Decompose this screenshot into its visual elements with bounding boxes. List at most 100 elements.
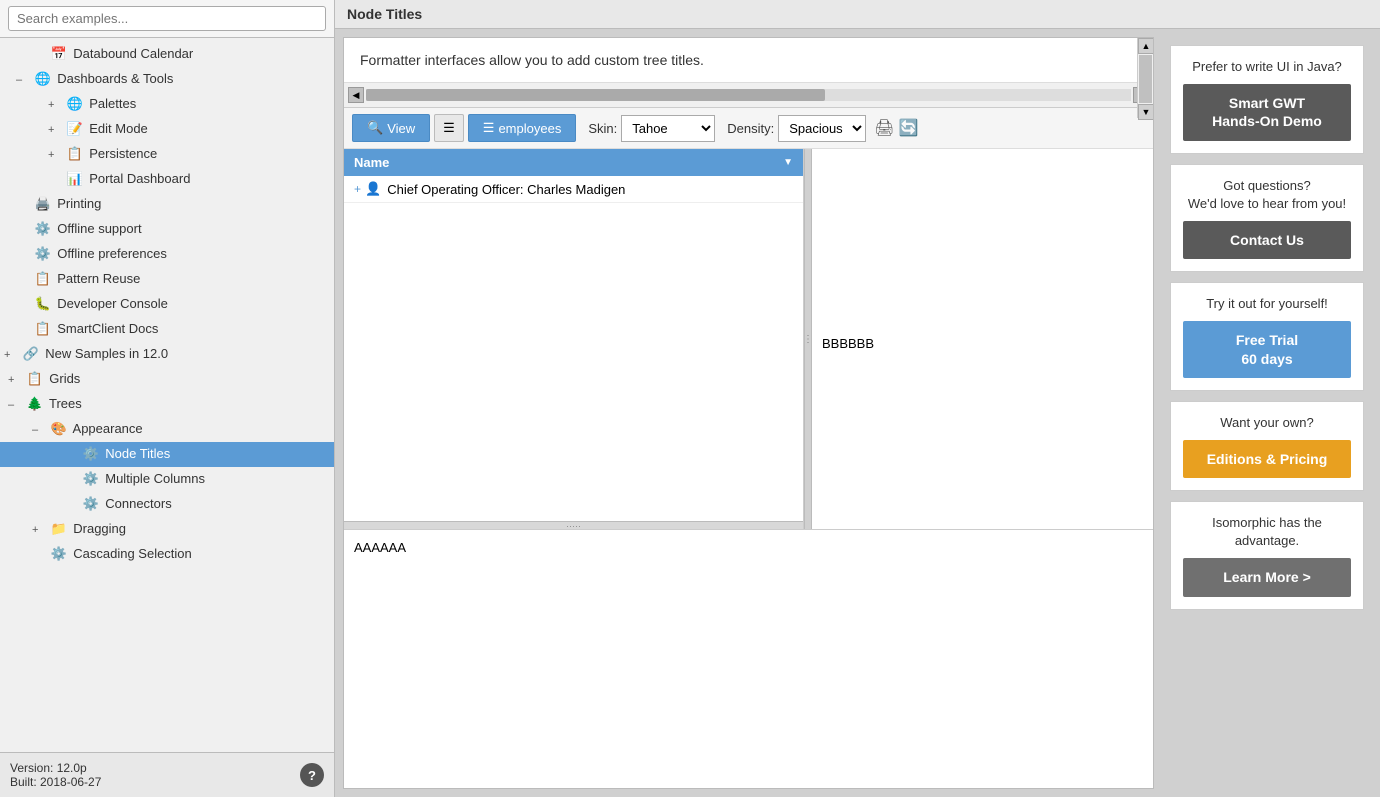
learn-more-button[interactable]: Learn More >: [1183, 558, 1351, 596]
sidebar-item-databound-calendar[interactable]: 📅 Databound Calendar: [0, 42, 334, 67]
search-input[interactable]: [8, 6, 326, 31]
sidebar-item-appearance[interactable]: – 🎨 Appearance: [0, 417, 334, 442]
item-label: Node Titles: [105, 446, 170, 461]
item-icon: 📊: [66, 169, 84, 189]
expand-icon: [64, 470, 78, 490]
item-icon: 🖨️: [34, 194, 52, 214]
expand-icon[interactable]: +: [4, 345, 18, 365]
expand-icon: [16, 220, 30, 240]
print-icon[interactable]: 🖨: [874, 118, 894, 138]
item-label: Portal Dashboard: [89, 171, 190, 186]
view-button[interactable]: 🔍 View: [352, 114, 430, 142]
grid-icon-button[interactable]: ☰: [434, 114, 464, 142]
h-scroll-track[interactable]: [366, 89, 1131, 101]
bottom-splitter[interactable]: ·····: [344, 521, 803, 529]
h-scrollbar[interactable]: ◀ ▶: [344, 83, 1153, 108]
sidebar-footer: Version: 12.0p Built: 2018-06-27 ?: [0, 752, 334, 797]
promo-free-trial: Try it out for yourself! Free Trial60 da…: [1170, 282, 1364, 391]
bbbbbb-text: BBBBBB: [812, 176, 1153, 361]
item-icon: 🌐: [34, 69, 52, 89]
sidebar-item-dragging[interactable]: + 📁 Dragging: [0, 517, 334, 542]
v-scroll-thumb[interactable]: [1139, 55, 1152, 103]
item-label: Offline support: [57, 221, 141, 236]
editions-pricing-button[interactable]: Editions & Pricing: [1183, 440, 1351, 478]
employees-button[interactable]: ☰ employees: [468, 114, 577, 142]
grid-header: Name ▼: [344, 149, 803, 176]
item-icon: 📁: [50, 519, 68, 539]
tab-icon: ☰: [483, 120, 495, 136]
sidebar-item-printing[interactable]: 🖨️ Printing: [0, 192, 334, 217]
free-trial-button[interactable]: Free Trial60 days: [1183, 321, 1351, 377]
sidebar-item-edit-mode[interactable]: + 📝 Edit Mode: [0, 117, 334, 142]
sidebar: 📅 Databound Calendar – 🌐 Dashboards & To…: [0, 0, 335, 797]
splitter-dots: ·····: [566, 521, 581, 530]
contact-us-button[interactable]: Contact Us: [1183, 221, 1351, 259]
grid-body: + 👤 Chief Operating Officer: Charles Mad…: [344, 176, 803, 521]
item-label: Persistence: [89, 146, 157, 161]
scroll-down-btn[interactable]: ▼: [1138, 104, 1154, 120]
item-label: New Samples in 12.0: [45, 346, 168, 361]
expand-icon[interactable]: +: [32, 520, 46, 540]
item-icon: 🔗: [22, 344, 40, 364]
sidebar-item-multiple-columns[interactable]: ⚙️ Multiple Columns: [0, 467, 334, 492]
sidebar-item-cascading-selection[interactable]: ⚙️ Cascading Selection: [0, 542, 334, 567]
item-label: Offline preferences: [57, 246, 167, 261]
sidebar-item-portal-dashboard[interactable]: 📊 Portal Dashboard: [0, 167, 334, 192]
pane-splitter[interactable]: ⋮: [804, 149, 812, 529]
aaaaaa-label: AAAAAA: [354, 540, 406, 555]
sidebar-item-persistence[interactable]: + 📋 Persistence: [0, 142, 334, 167]
sidebar-item-node-titles[interactable]: ⚙️ Node Titles: [0, 442, 334, 467]
v-scrollbar-top[interactable]: ▲ ▼: [1137, 38, 1153, 118]
scroll-up-btn[interactable]: ▲: [1138, 38, 1154, 54]
tree-grid: Name ▼ + 👤 Chief Operating Officer: Char…: [344, 149, 1153, 788]
smart-gwt-button[interactable]: Smart GWTHands-On Demo: [1183, 84, 1351, 140]
item-icon: 📋: [26, 369, 44, 389]
sidebar-item-developer-console[interactable]: 🐛 Developer Console: [0, 292, 334, 317]
right-grid-body: BBBBBB: [812, 176, 1153, 529]
sidebar-item-smartclient-docs[interactable]: 📋 SmartClient Docs: [0, 317, 334, 342]
expand-icon: [16, 270, 30, 290]
density-select[interactable]: Spacious Medium Compact: [778, 115, 866, 142]
right-pane: BBBBBB: [812, 149, 1153, 529]
item-label: Appearance: [73, 421, 143, 436]
item-icon: 📋: [66, 144, 84, 164]
refresh-icon[interactable]: 🔄: [899, 118, 919, 138]
item-icon: ⚙️: [50, 544, 68, 564]
skin-label: Skin:: [588, 121, 617, 136]
sidebar-item-offline-preferences[interactable]: ⚙️ Offline preferences: [0, 242, 334, 267]
row-expand-btn[interactable]: +: [354, 182, 361, 196]
sidebar-item-trees[interactable]: – 🌲 Trees: [0, 392, 334, 417]
item-icon: 🎨: [50, 419, 68, 439]
help-button[interactable]: ?: [300, 763, 324, 787]
sidebar-item-dashboards-tools[interactable]: – 🌐 Dashboards & Tools: [0, 67, 334, 92]
expand-icon[interactable]: –: [16, 70, 30, 90]
promo-learn-more: Isomorphic has the advantage. Learn More…: [1170, 501, 1364, 610]
grid-row[interactable]: + 👤 Chief Operating Officer: Charles Mad…: [344, 176, 803, 203]
sidebar-item-pattern-reuse[interactable]: 📋 Pattern Reuse: [0, 267, 334, 292]
expand-icon: [32, 545, 46, 565]
skin-select[interactable]: Tahoe Enterprise Flat Graphite Material: [621, 115, 715, 142]
expand-icon[interactable]: +: [48, 120, 62, 140]
expand-icon[interactable]: +: [48, 95, 62, 115]
expand-icon[interactable]: +: [8, 370, 22, 390]
sidebar-item-offline-support[interactable]: ⚙️ Offline support: [0, 217, 334, 242]
expand-icon[interactable]: +: [48, 145, 62, 165]
scroll-left-btn[interactable]: ◀: [348, 87, 364, 103]
right-sidebar: Prefer to write UI in Java? Smart GWTHan…: [1162, 37, 1372, 789]
item-label: SmartClient Docs: [57, 321, 158, 336]
expand-icon[interactable]: –: [32, 420, 46, 440]
item-icon: 📋: [34, 319, 52, 339]
sidebar-item-palettes[interactable]: + 🌐 Palettes: [0, 92, 334, 117]
sidebar-item-grids[interactable]: + 📋 Grids: [0, 367, 334, 392]
item-label: Pattern Reuse: [57, 271, 140, 286]
item-icon: ⚙️: [82, 469, 100, 489]
sort-icon[interactable]: ▼: [783, 157, 793, 168]
item-label: Cascading Selection: [73, 546, 192, 561]
demo-panel: ▲ ▼ Formatter interfaces allow you to ad…: [343, 37, 1154, 789]
expand-icon[interactable]: –: [8, 395, 22, 415]
sidebar-item-new-samples-12[interactable]: + 🔗 New Samples in 12.0: [0, 342, 334, 367]
promo-smart-gwt: Prefer to write UI in Java? Smart GWTHan…: [1170, 45, 1364, 154]
sidebar-item-connectors[interactable]: ⚙️ Connectors: [0, 492, 334, 517]
item-label: Developer Console: [57, 296, 168, 311]
promo-title-contact: Got questions?We'd love to hear from you…: [1183, 177, 1351, 213]
